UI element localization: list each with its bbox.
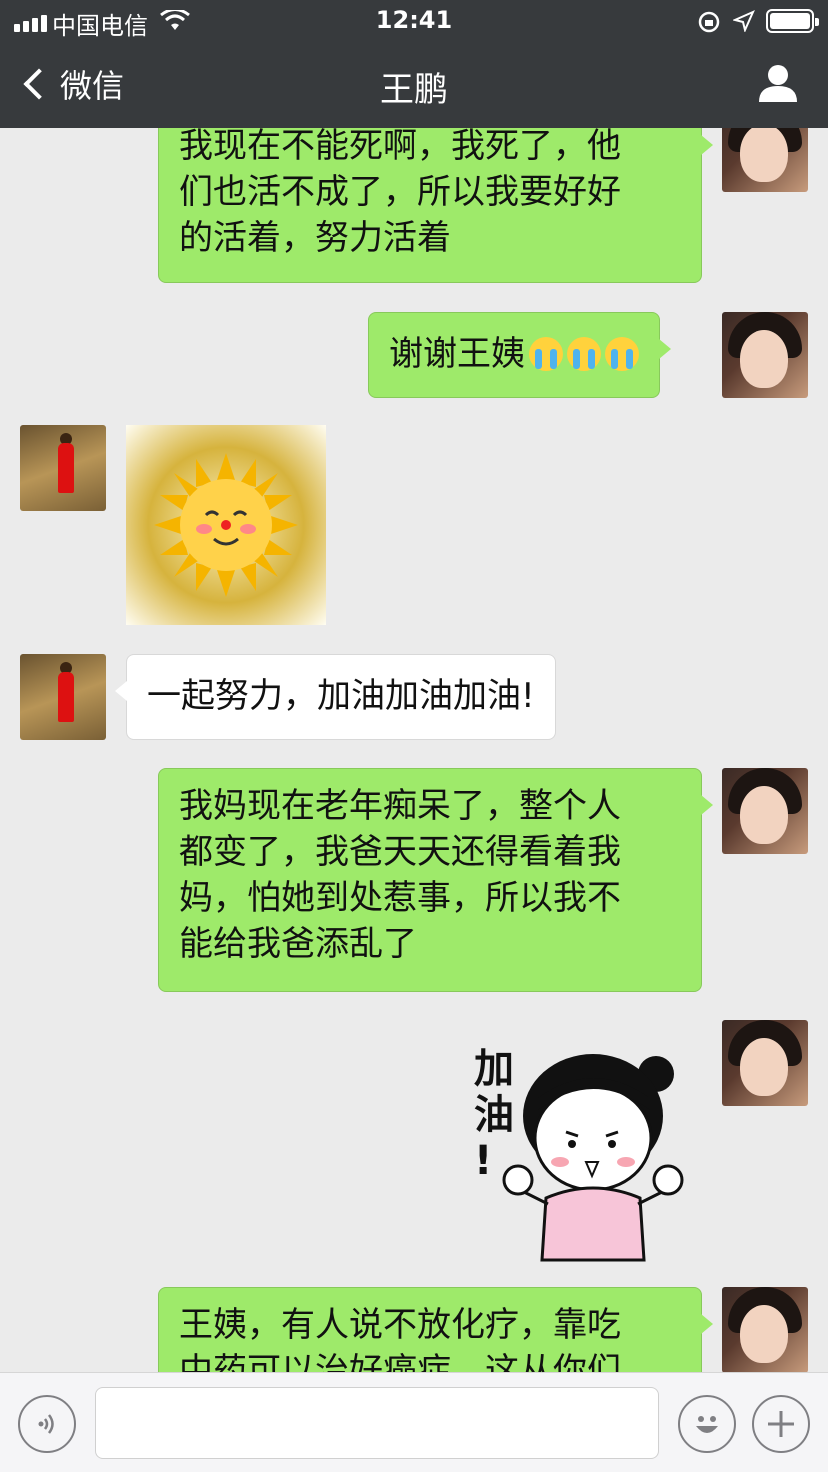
top-bar: 中国电信 12:41 微信 王鹏	[0, 0, 828, 128]
status-bar: 中国电信 12:41	[0, 6, 828, 40]
smiley-icon	[696, 1416, 718, 1433]
location-arrow-icon	[733, 10, 755, 32]
message-bubble-me[interactable]: 王姨，有人说不放化疗，靠吃 中药可以治好癌症，这从你们	[158, 1287, 713, 1372]
avatar-me[interactable]	[722, 1287, 808, 1372]
girl-icon	[502, 1054, 684, 1262]
message-bubble-me[interactable]: 我妈现在老年痴呆了，整个人 都变了，我爸天天还得看着我 妈，怕她到处惹事，所以我…	[158, 768, 713, 992]
message-bubble-me[interactable]: 我现在不能死啊，我死了，他 们也活不成了，所以我要好好 的活着，努力活着	[158, 128, 713, 283]
avatar-me[interactable]	[722, 312, 808, 398]
girl-cheering-sticker[interactable]: 加 油 !	[468, 1028, 688, 1264]
chat-area[interactable]: 我现在不能死啊，我死了，他 们也活不成了，所以我要好好 的活着，努力活着 谢谢王…	[0, 128, 828, 1372]
avatar-me[interactable]	[722, 128, 808, 192]
battery-icon	[766, 9, 819, 33]
avatar-me[interactable]	[722, 768, 808, 854]
avatar-other[interactable]	[20, 654, 106, 740]
voice-icon	[38, 1414, 54, 1434]
avatar-other[interactable]	[20, 425, 106, 511]
add-button[interactable]	[752, 1395, 810, 1453]
chat-title: 王鹏	[380, 70, 448, 110]
plus-icon	[768, 1411, 794, 1437]
rotation-lock-icon	[698, 11, 720, 33]
voice-button[interactable]	[18, 1395, 76, 1453]
message-bubble-other[interactable]: 一起努力，加油加油加油!	[115, 654, 556, 740]
message-input[interactable]	[95, 1387, 659, 1459]
nav-bar: 微信 王鹏	[0, 44, 828, 128]
sun-icon	[154, 453, 298, 597]
input-bar	[0, 1372, 828, 1472]
profile-icon[interactable]	[758, 64, 798, 102]
crying-face-icon	[529, 337, 563, 371]
message-bubble-me[interactable]: 谢谢王姨	[368, 312, 671, 398]
emoji-button[interactable]	[678, 1395, 736, 1453]
crying-face-icon	[567, 337, 601, 371]
avatar-me[interactable]	[722, 1020, 808, 1106]
smiling-sun-sticker[interactable]	[126, 425, 326, 625]
crying-face-icon	[605, 337, 639, 371]
message-text: 谢谢王姨	[389, 334, 525, 374]
